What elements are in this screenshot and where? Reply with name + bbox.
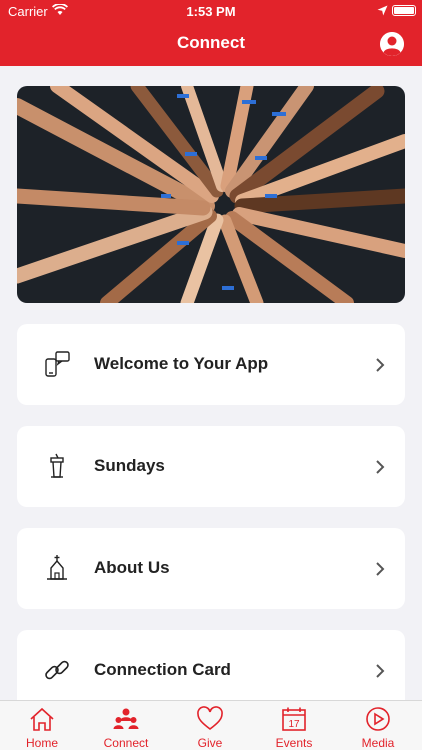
card-label: Connection Card: [94, 660, 231, 679]
tab-media[interactable]: Media: [336, 701, 420, 750]
card-label: About Us: [94, 558, 170, 577]
hero-image: [17, 86, 405, 303]
calendar-icon: 17: [282, 707, 306, 731]
card-about-us[interactable]: About Us: [17, 528, 405, 609]
tab-bar: Home Connect Give 17 Events Media: [0, 700, 422, 750]
church-icon: [47, 555, 67, 580]
card-connection-card[interactable]: Connection Card: [17, 630, 405, 711]
battery-icon: [392, 5, 416, 16]
chevron-right-icon: [376, 664, 385, 678]
card-label: Welcome to Your App: [94, 354, 269, 373]
tab-label: Give: [197, 736, 223, 750]
heart-icon: [197, 706, 223, 731]
tab-home[interactable]: Home: [0, 701, 84, 750]
chat-phone-icon: [45, 351, 70, 377]
card-sundays[interactable]: Sundays: [17, 426, 405, 507]
tab-events[interactable]: 17 Events: [252, 701, 336, 750]
location-arrow-icon: [377, 4, 388, 19]
chevron-right-icon: [376, 562, 385, 576]
tab-connect[interactable]: Connect: [84, 701, 168, 750]
chevron-right-icon: [376, 460, 385, 474]
link-icon: [45, 660, 69, 680]
tab-label: Home: [25, 736, 58, 750]
play-icon: [366, 707, 390, 731]
status-bar: Carrier 1:53 PM: [0, 0, 422, 22]
profile-button[interactable]: [380, 32, 404, 56]
user-icon: [380, 32, 404, 56]
pulpit-icon: [50, 453, 64, 478]
people-icon: [113, 708, 139, 729]
tab-give[interactable]: Give: [168, 701, 252, 750]
card-label: Sundays: [94, 456, 165, 475]
chevron-right-icon: [376, 358, 385, 372]
app-header: Carrier 1:53 PM Connect: [0, 0, 422, 66]
calendar-day-label: 17: [288, 719, 300, 730]
tab-label: Connect: [103, 736, 149, 750]
page-title: Connect: [177, 33, 245, 52]
home-icon: [30, 707, 54, 731]
tab-label: Media: [361, 736, 395, 750]
card-welcome[interactable]: Welcome to Your App: [17, 324, 405, 405]
tab-label: Events: [275, 736, 313, 750]
raised-hands-photo: [17, 86, 405, 303]
clock: 1:53 PM: [186, 4, 236, 19]
